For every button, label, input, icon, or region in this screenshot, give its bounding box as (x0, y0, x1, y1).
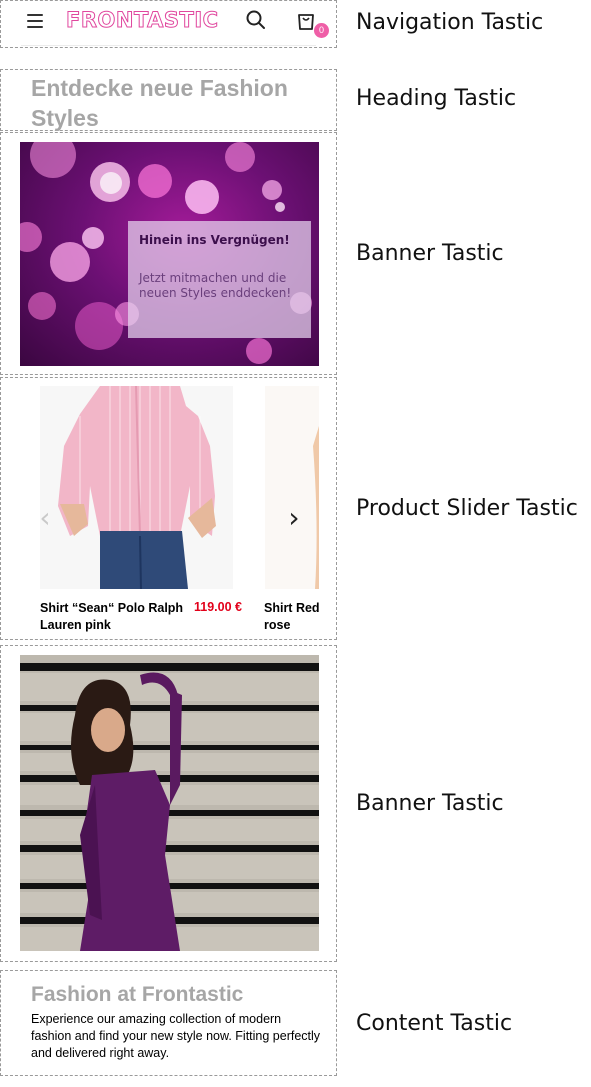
slider-prev-button[interactable]: ‹ (32, 498, 58, 538)
product-slider-tastic: ‹ › Shirt “Sean“ Polo Ralph Lauren pink … (0, 377, 337, 640)
banner-image-woman[interactable] (20, 655, 319, 951)
hamburger-icon[interactable] (27, 14, 43, 32)
product-name[interactable]: Shirt Red rose (264, 600, 320, 634)
banner-text: Jetzt mitmachen und die neuen Styles end… (139, 271, 292, 300)
tastic-label-product-slider: Product Slider Tastic (356, 496, 578, 521)
tastic-label-heading: Heading Tastic (356, 86, 517, 111)
product-name[interactable]: Shirt “Sean“ Polo Ralph Lauren pink (40, 600, 190, 634)
nav-divider (21, 45, 316, 46)
cart-count-badge: 0 (314, 23, 329, 38)
search-icon[interactable] (245, 9, 267, 31)
content-text: Experience our amazing collection of mod… (31, 1012, 321, 1060)
tastic-label-content: Content Tastic (356, 1011, 513, 1036)
banner-tastic (0, 645, 337, 962)
product-image-red-rose[interactable] (265, 386, 319, 589)
tastic-label-navigation: Navigation Tastic (356, 10, 544, 35)
logo[interactable]: FRONTASTIC (66, 8, 219, 33)
navigation-tastic: FRONTASTIC 0 (0, 0, 337, 48)
content-tastic: Fashion at Frontastic Experience our ama… (0, 970, 337, 1076)
banner-title: Hinein ins Vergnügen! (139, 233, 290, 247)
banner-image-bokeh[interactable]: Hinein ins Vergnügen! Jetzt mitmachen un… (20, 142, 319, 366)
product-price: 119.00 € (194, 600, 242, 614)
banner-tastic: Hinein ins Vergnügen! Jetzt mitmachen un… (0, 132, 337, 375)
content-title: Fashion at Frontastic (31, 983, 244, 1006)
heading-tastic: Entdecke neue Fashion Styles (0, 69, 337, 131)
tastic-label-banner: Banner Tastic (356, 241, 504, 266)
banner-overlay-card[interactable]: Hinein ins Vergnügen! Jetzt mitmachen un… (128, 221, 311, 338)
product-image-pink-shirt[interactable] (40, 386, 233, 589)
page-heading: Entdecke neue Fashion Styles (31, 75, 288, 131)
slider-next-button[interactable]: › (281, 498, 307, 538)
tastic-label-banner: Banner Tastic (356, 791, 504, 816)
